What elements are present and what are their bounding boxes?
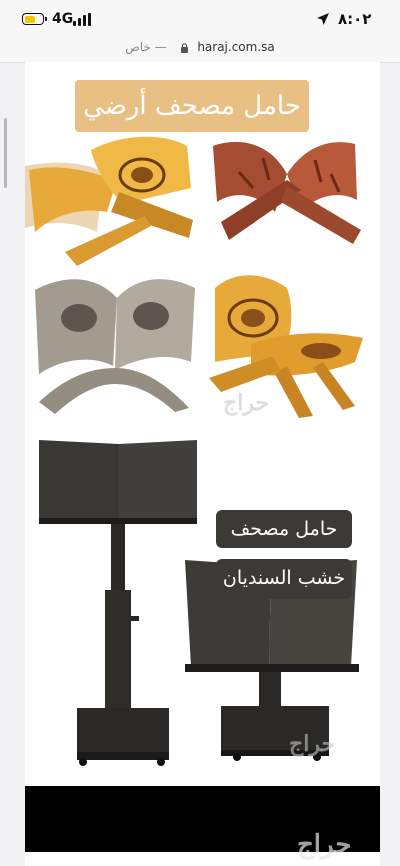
scroll-indicator bbox=[4, 118, 7, 188]
image-oak-stands[interactable]: حامل مصحف خشب السنديان حراج bbox=[25, 432, 380, 778]
lock-icon bbox=[181, 42, 189, 53]
watermark: حراج bbox=[289, 731, 336, 757]
signal-icon bbox=[73, 13, 95, 26]
url-domain: haraj.com.sa bbox=[197, 40, 275, 54]
network-type: 4G bbox=[52, 11, 74, 27]
location-arrow-icon bbox=[317, 13, 329, 25]
listing-images: حامل مصحف أرضي حراج حامل مصحف خشب السندي… bbox=[25, 62, 380, 866]
address-bar[interactable]: خاص — haraj.com.sa bbox=[0, 40, 400, 63]
watermark: حراج bbox=[297, 830, 352, 860]
battery-icon bbox=[22, 13, 47, 25]
status-bar: 4G ٨:٠٢ bbox=[0, 0, 400, 40]
battery-level bbox=[24, 15, 35, 23]
label-quran-stand: حامل مصحف bbox=[216, 510, 352, 548]
private-label: خاص — bbox=[125, 40, 167, 54]
oak-stands-illustration bbox=[25, 432, 380, 778]
image-floor-stands[interactable]: حامل مصحف أرضي حراج bbox=[25, 62, 380, 426]
label-oak-wood: خشب السنديان bbox=[216, 559, 352, 599]
watermark: حراج bbox=[223, 390, 270, 416]
banner-floor-quran-stand: حامل مصحف أرضي bbox=[75, 80, 309, 132]
clock: ٨:٠٢ bbox=[338, 10, 372, 28]
image-third[interactable]: حراج bbox=[25, 786, 380, 866]
